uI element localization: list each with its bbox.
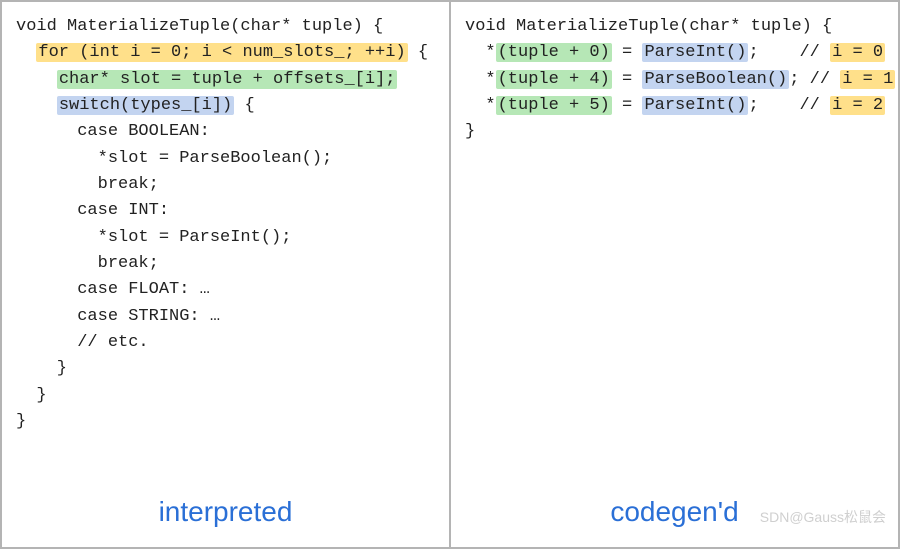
code-line: void MaterializeTuple(char* tuple) {: [465, 17, 832, 36]
offset-highlight: (tuple + 5): [496, 96, 612, 115]
code-text: *: [465, 96, 496, 115]
offset-highlight: (tuple + 0): [496, 43, 612, 62]
code-line: break;: [16, 254, 159, 273]
switch-highlight: switch(types_[i]): [57, 96, 234, 115]
right-code-block: void MaterializeTuple(char* tuple) { *(t…: [465, 14, 890, 146]
left-caption: interpreted: [2, 490, 449, 533]
code-line: case STRING: …: [16, 307, 220, 326]
offset-highlight: (tuple + 4): [496, 70, 612, 89]
code-line: }: [465, 122, 475, 141]
code-line: case INT:: [16, 201, 169, 220]
left-pane: void MaterializeTuple(char* tuple) { for…: [2, 2, 449, 547]
code-text: =: [612, 43, 643, 62]
code-line: case FLOAT: …: [16, 280, 210, 299]
iter-highlight: i = 0: [830, 43, 885, 62]
code-text: *: [465, 70, 496, 89]
code-text: {: [234, 96, 254, 115]
comparison-container: void MaterializeTuple(char* tuple) { for…: [0, 0, 900, 549]
right-caption: codegen'd: [451, 490, 898, 533]
code-line: case BOOLEAN:: [16, 122, 210, 141]
code-text: {: [408, 43, 428, 62]
code-line: *slot = ParseInt();: [16, 228, 291, 247]
right-pane: void MaterializeTuple(char* tuple) { *(t…: [451, 2, 898, 547]
for-loop-highlight: for (int i = 0; i < num_slots_; ++i): [36, 43, 407, 62]
code-line: }: [16, 412, 26, 431]
iter-highlight: i = 1: [840, 70, 895, 89]
code-text: *: [465, 43, 496, 62]
slot-decl-highlight: char* slot = tuple + offsets_[i];: [57, 70, 398, 89]
code-text: =: [612, 96, 643, 115]
call-highlight: ParseInt(): [642, 43, 748, 62]
code-line: *slot = ParseBoolean();: [16, 149, 332, 168]
left-code-block: void MaterializeTuple(char* tuple) { for…: [16, 14, 441, 436]
code-line: }: [16, 386, 47, 405]
call-highlight: ParseInt(): [642, 96, 748, 115]
code-text: ; //: [789, 70, 840, 89]
code-line: void MaterializeTuple(char* tuple) {: [16, 17, 383, 36]
iter-highlight: i = 2: [830, 96, 885, 115]
call-highlight: ParseBoolean(): [642, 70, 789, 89]
code-line: // etc.: [16, 333, 149, 352]
code-text: ; //: [748, 43, 830, 62]
code-line: }: [16, 359, 67, 378]
code-line: break;: [16, 175, 159, 194]
code-text: =: [612, 70, 643, 89]
code-text: ; //: [748, 96, 830, 115]
